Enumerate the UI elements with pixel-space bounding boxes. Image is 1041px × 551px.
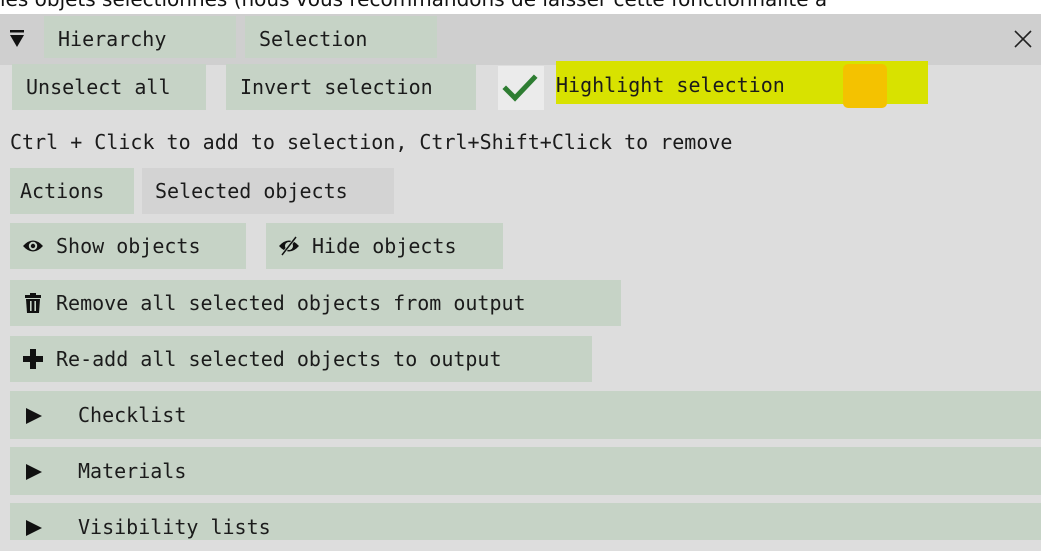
subtab-actions-label: Actions (20, 179, 105, 203)
show-objects-button[interactable]: Show objects (10, 223, 246, 269)
show-objects-label: Show objects (56, 234, 201, 258)
eye-icon (23, 240, 43, 252)
section-materials-label: Materials (78, 459, 187, 483)
subtab-actions[interactable]: Actions (10, 168, 134, 214)
tab-selection[interactable]: Selection (245, 16, 437, 58)
window-titlebar: Hierarchy Selection (0, 14, 1041, 65)
triangle-right-icon (26, 464, 42, 480)
invert-selection-button[interactable]: Invert selection (226, 64, 476, 110)
tab-selection-label: Selection (259, 27, 368, 51)
section-visibility-lists-label: Visibility lists (78, 515, 271, 539)
readd-all-selected-label: Re-add all selected objects to output (56, 347, 502, 371)
highlight-selection-label: Highlight selection (556, 73, 785, 97)
close-icon[interactable] (1012, 28, 1034, 50)
section-materials[interactable]: Materials (10, 447, 1041, 495)
hide-objects-label: Hide objects (312, 234, 457, 258)
top-banner: les objets sélectionnés (nous vous recom… (0, 0, 1041, 14)
tab-hierarchy[interactable]: Hierarchy (44, 16, 236, 58)
eye-slash-icon (279, 236, 299, 256)
section-checklist[interactable]: Checklist (10, 391, 1041, 439)
checkmark-icon (502, 74, 538, 102)
triangle-down-icon[interactable] (10, 28, 24, 48)
triangle-right-icon (26, 408, 42, 424)
invert-selection-label: Invert selection (240, 75, 433, 99)
hide-objects-button[interactable]: Hide objects (266, 223, 503, 269)
subtab-selected-objects[interactable]: Selected objects (142, 168, 394, 214)
plus-icon (23, 349, 43, 369)
remove-all-selected-button[interactable]: Remove all selected objects from output (10, 280, 621, 326)
unselect-all-button[interactable]: Unselect all (12, 64, 206, 110)
tab-hierarchy-label: Hierarchy (58, 27, 167, 51)
remove-all-selected-label: Remove all selected objects from output (56, 291, 526, 315)
section-checklist-label: Checklist (78, 403, 187, 427)
trash-icon (25, 293, 41, 313)
unselect-all-label: Unselect all (26, 75, 171, 99)
subtab-selected-objects-label: Selected objects (155, 179, 348, 203)
triangle-right-icon (26, 520, 42, 536)
highlight-selection-checkbox[interactable] (498, 66, 544, 110)
section-visibility-lists[interactable]: Visibility lists (10, 503, 1041, 540)
highlight-color-swatch[interactable] (843, 64, 887, 108)
selection-hint: Ctrl + Click to add to selection, Ctrl+S… (10, 130, 733, 154)
readd-all-selected-button[interactable]: Re-add all selected objects to output (10, 336, 592, 382)
top-banner-text: les objets sélectionnés (nous vous recom… (0, 0, 827, 11)
